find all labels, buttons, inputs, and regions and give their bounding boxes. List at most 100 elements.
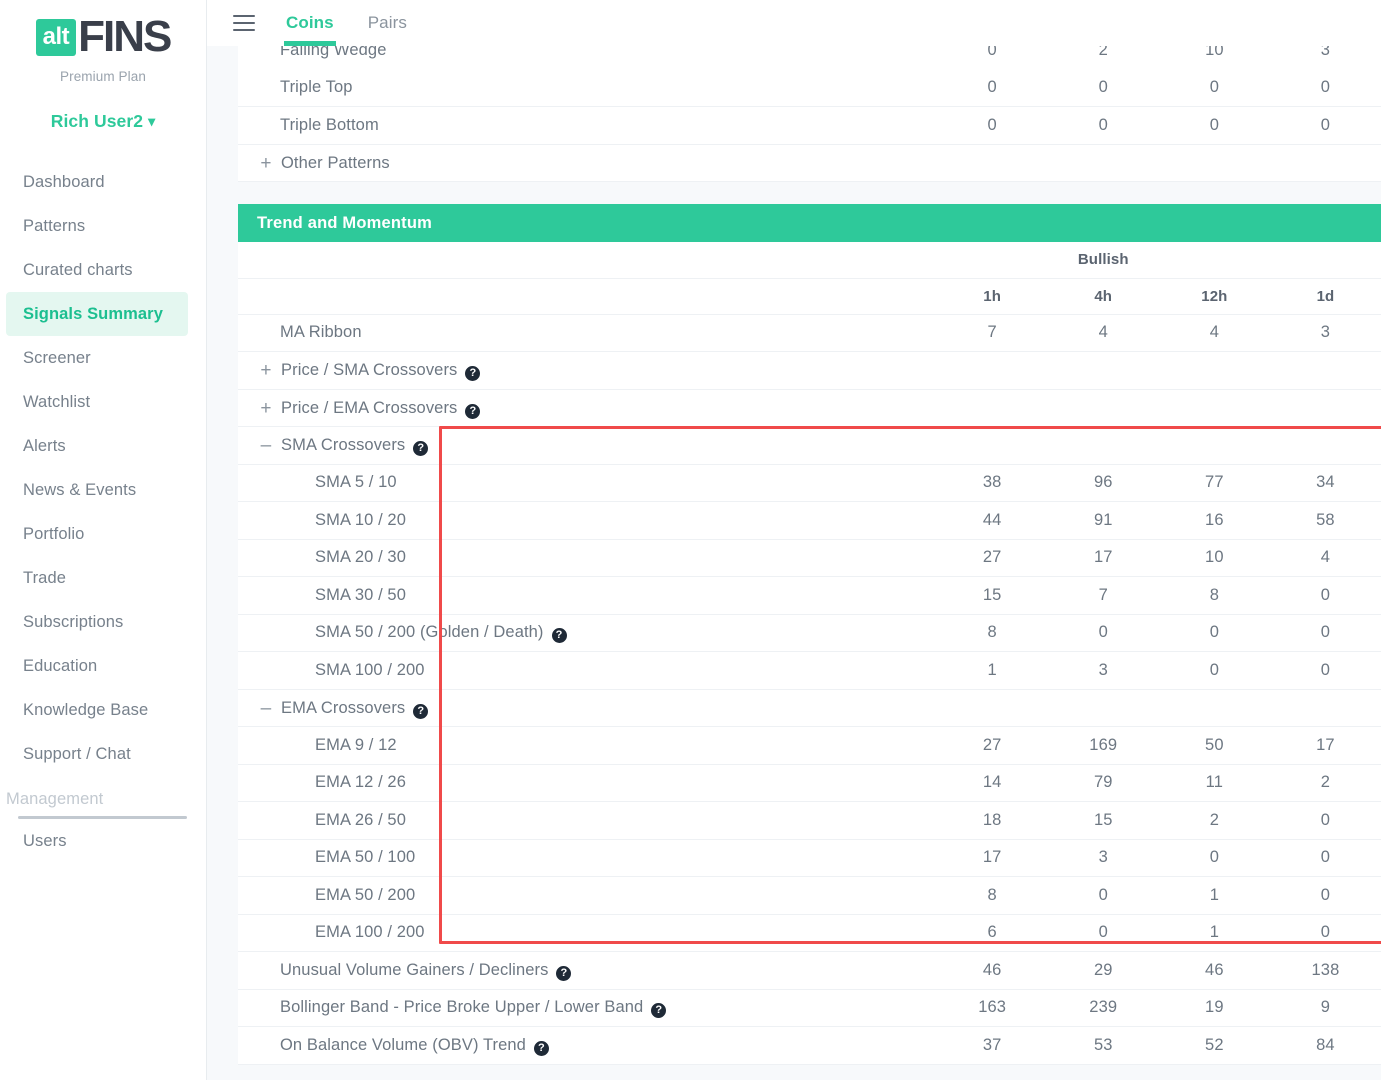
row-value-1d[interactable]: 3: [1269, 314, 1381, 352]
table-row[interactable]: Triple Bottom 0 0 0 0: [238, 106, 1381, 145]
row-value-1h[interactable]: 46: [936, 951, 1048, 990]
row-value-1h[interactable]: 27: [936, 726, 1048, 765]
table-row[interactable]: EMA 100 / 200 6 0 1 0: [238, 914, 1381, 952]
sidebar-item-alerts[interactable]: Alerts: [0, 424, 206, 468]
row-value-1h[interactable]: 1: [936, 651, 1048, 690]
sidebar-item-portfolio[interactable]: Portfolio: [0, 512, 206, 556]
table-row[interactable]: Triple Top 0 0 0 0: [238, 69, 1381, 107]
row-value-12h[interactable]: 4: [1158, 314, 1270, 352]
row-value-1h[interactable]: 17: [936, 839, 1048, 877]
sidebar-item-education[interactable]: Education: [0, 644, 206, 688]
row-value-1d[interactable]: 0: [1269, 914, 1381, 952]
row-value-1d[interactable]: 0: [1269, 106, 1381, 145]
sidebar-item-knowledge-base[interactable]: Knowledge Base: [0, 688, 206, 732]
help-icon[interactable]: ?: [413, 441, 429, 457]
help-icon[interactable]: ?: [556, 965, 572, 981]
row-value-4h[interactable]: 0: [1047, 614, 1159, 652]
sidebar-item-curated-charts[interactable]: Curated charts: [0, 248, 206, 292]
row-value-12h[interactable]: 1: [1158, 876, 1270, 915]
sidebar-item-support-chat[interactable]: Support / Chat: [0, 732, 206, 776]
row-value-1d[interactable]: 9: [1269, 989, 1381, 1027]
expand-plus-icon[interactable]: +: [258, 398, 274, 420]
table-row-unusual-volume[interactable]: Unusual Volume Gainers / Decliners? 46 2…: [238, 951, 1381, 990]
row-value-4h[interactable]: 4: [1047, 314, 1159, 352]
row-value-1d[interactable]: 0: [1269, 651, 1381, 690]
row-value-1d[interactable]: 3: [1269, 46, 1381, 69]
table-row-ma-ribbon[interactable]: MA Ribbon 7 4 4 3: [238, 314, 1381, 352]
help-icon[interactable]: ?: [533, 1040, 549, 1056]
row-value-4h[interactable]: 239: [1047, 989, 1159, 1027]
row-value-1h[interactable]: 0: [936, 106, 1048, 145]
row-value-4h[interactable]: 7: [1047, 576, 1159, 615]
table-row-bollinger-band[interactable]: Bollinger Band - Price Broke Upper / Low…: [238, 989, 1381, 1027]
row-value-1h[interactable]: 6: [936, 914, 1048, 952]
row-value-12h[interactable]: 77: [1158, 464, 1270, 502]
row-value-12h[interactable]: 1: [1158, 914, 1270, 952]
row-value-1d[interactable]: 84: [1269, 1026, 1381, 1065]
row-value-1h[interactable]: 38: [936, 464, 1048, 502]
row-value-1h[interactable]: 8: [936, 614, 1048, 652]
expand-plus-icon[interactable]: +: [258, 360, 274, 382]
table-row[interactable]: SMA 30 / 50 15 7 8 0: [238, 576, 1381, 615]
row-value-12h[interactable]: 52: [1158, 1026, 1270, 1065]
row-value-12h[interactable]: 2: [1158, 801, 1270, 840]
row-value-1h[interactable]: 37: [936, 1026, 1048, 1065]
row-value-12h[interactable]: 16: [1158, 501, 1270, 540]
brand-logo[interactable]: alt FINS: [0, 0, 206, 60]
sidebar-item-users[interactable]: Users: [0, 819, 206, 863]
help-icon[interactable]: ?: [465, 403, 481, 419]
help-icon[interactable]: ?: [413, 703, 429, 719]
row-value-1d[interactable]: 34: [1269, 464, 1381, 502]
row-value-4h[interactable]: 96: [1047, 464, 1159, 502]
row-value-4h[interactable]: 79: [1047, 764, 1159, 802]
row-value-4h[interactable]: 29: [1047, 951, 1159, 990]
row-value-1h[interactable]: 0: [936, 69, 1048, 107]
row-value-12h[interactable]: 8: [1158, 576, 1270, 615]
row-value-1h[interactable]: 7: [936, 314, 1048, 352]
table-row-sma-crossovers[interactable]: – SMA Crossovers?: [238, 426, 1381, 465]
row-value-1d[interactable]: 0: [1269, 69, 1381, 107]
table-row-price-sma-crossovers[interactable]: + Price / SMA Crossovers?: [238, 351, 1381, 390]
row-value-1h[interactable]: 163: [936, 989, 1048, 1027]
collapse-minus-icon[interactable]: –: [258, 435, 274, 457]
table-row-obv-trend[interactable]: On Balance Volume (OBV) Trend? 37 53 52 …: [238, 1026, 1381, 1065]
row-value-4h[interactable]: 17: [1047, 539, 1159, 577]
table-row-other-patterns[interactable]: + Other Patterns: [238, 144, 1381, 182]
row-value-4h[interactable]: 3: [1047, 839, 1159, 877]
table-row-price-ema-crossovers[interactable]: + Price / EMA Crossovers?: [238, 389, 1381, 427]
row-value-1d[interactable]: 0: [1269, 876, 1381, 915]
row-value-12h[interactable]: 0: [1158, 69, 1270, 107]
hamburger-icon[interactable]: [233, 15, 255, 31]
table-row[interactable]: EMA 50 / 100 17 3 0 0: [238, 839, 1381, 877]
sidebar-item-dashboard[interactable]: Dashboard: [0, 160, 206, 204]
table-row[interactable]: EMA 26 / 50 18 15 2 0: [238, 801, 1381, 840]
row-value-12h[interactable]: 0: [1158, 614, 1270, 652]
row-value-12h[interactable]: 10: [1158, 46, 1270, 69]
help-icon[interactable]: ?: [465, 366, 481, 382]
row-value-1d[interactable]: 0: [1269, 576, 1381, 615]
row-value-4h[interactable]: 0: [1047, 69, 1159, 107]
table-row[interactable]: SMA 100 / 200 1 3 0 0: [238, 651, 1381, 690]
table-row[interactable]: SMA 10 / 20 44 91 16 58: [238, 501, 1381, 540]
table-row[interactable]: Falling Wedge 0 2 10 3: [238, 46, 1381, 69]
sidebar-item-watchlist[interactable]: Watchlist: [0, 380, 206, 424]
row-value-4h[interactable]: 91: [1047, 501, 1159, 540]
row-value-1h[interactable]: 27: [936, 539, 1048, 577]
table-row[interactable]: EMA 12 / 26 14 79 11 2: [238, 764, 1381, 802]
row-value-4h[interactable]: 2: [1047, 46, 1159, 69]
table-row[interactable]: SMA 5 / 10 38 96 77 34: [238, 464, 1381, 502]
table-row[interactable]: EMA 9 / 12 27 169 50 17: [238, 726, 1381, 765]
sidebar-item-news-events[interactable]: News & Events: [0, 468, 206, 512]
row-value-12h[interactable]: 0: [1158, 839, 1270, 877]
row-value-1h[interactable]: 14: [936, 764, 1048, 802]
row-value-4h[interactable]: 0: [1047, 876, 1159, 915]
tab-coins[interactable]: Coins: [284, 0, 336, 46]
help-icon[interactable]: ?: [651, 1003, 667, 1019]
sidebar-item-patterns[interactable]: Patterns: [0, 204, 206, 248]
sidebar-item-screener[interactable]: Screener: [0, 336, 206, 380]
table-row[interactable]: EMA 50 / 200 8 0 1 0: [238, 876, 1381, 915]
row-value-4h[interactable]: 53: [1047, 1026, 1159, 1065]
tab-pairs[interactable]: Pairs: [368, 0, 407, 46]
collapse-minus-icon[interactable]: –: [258, 698, 274, 720]
row-value-1d[interactable]: 4: [1269, 539, 1381, 577]
